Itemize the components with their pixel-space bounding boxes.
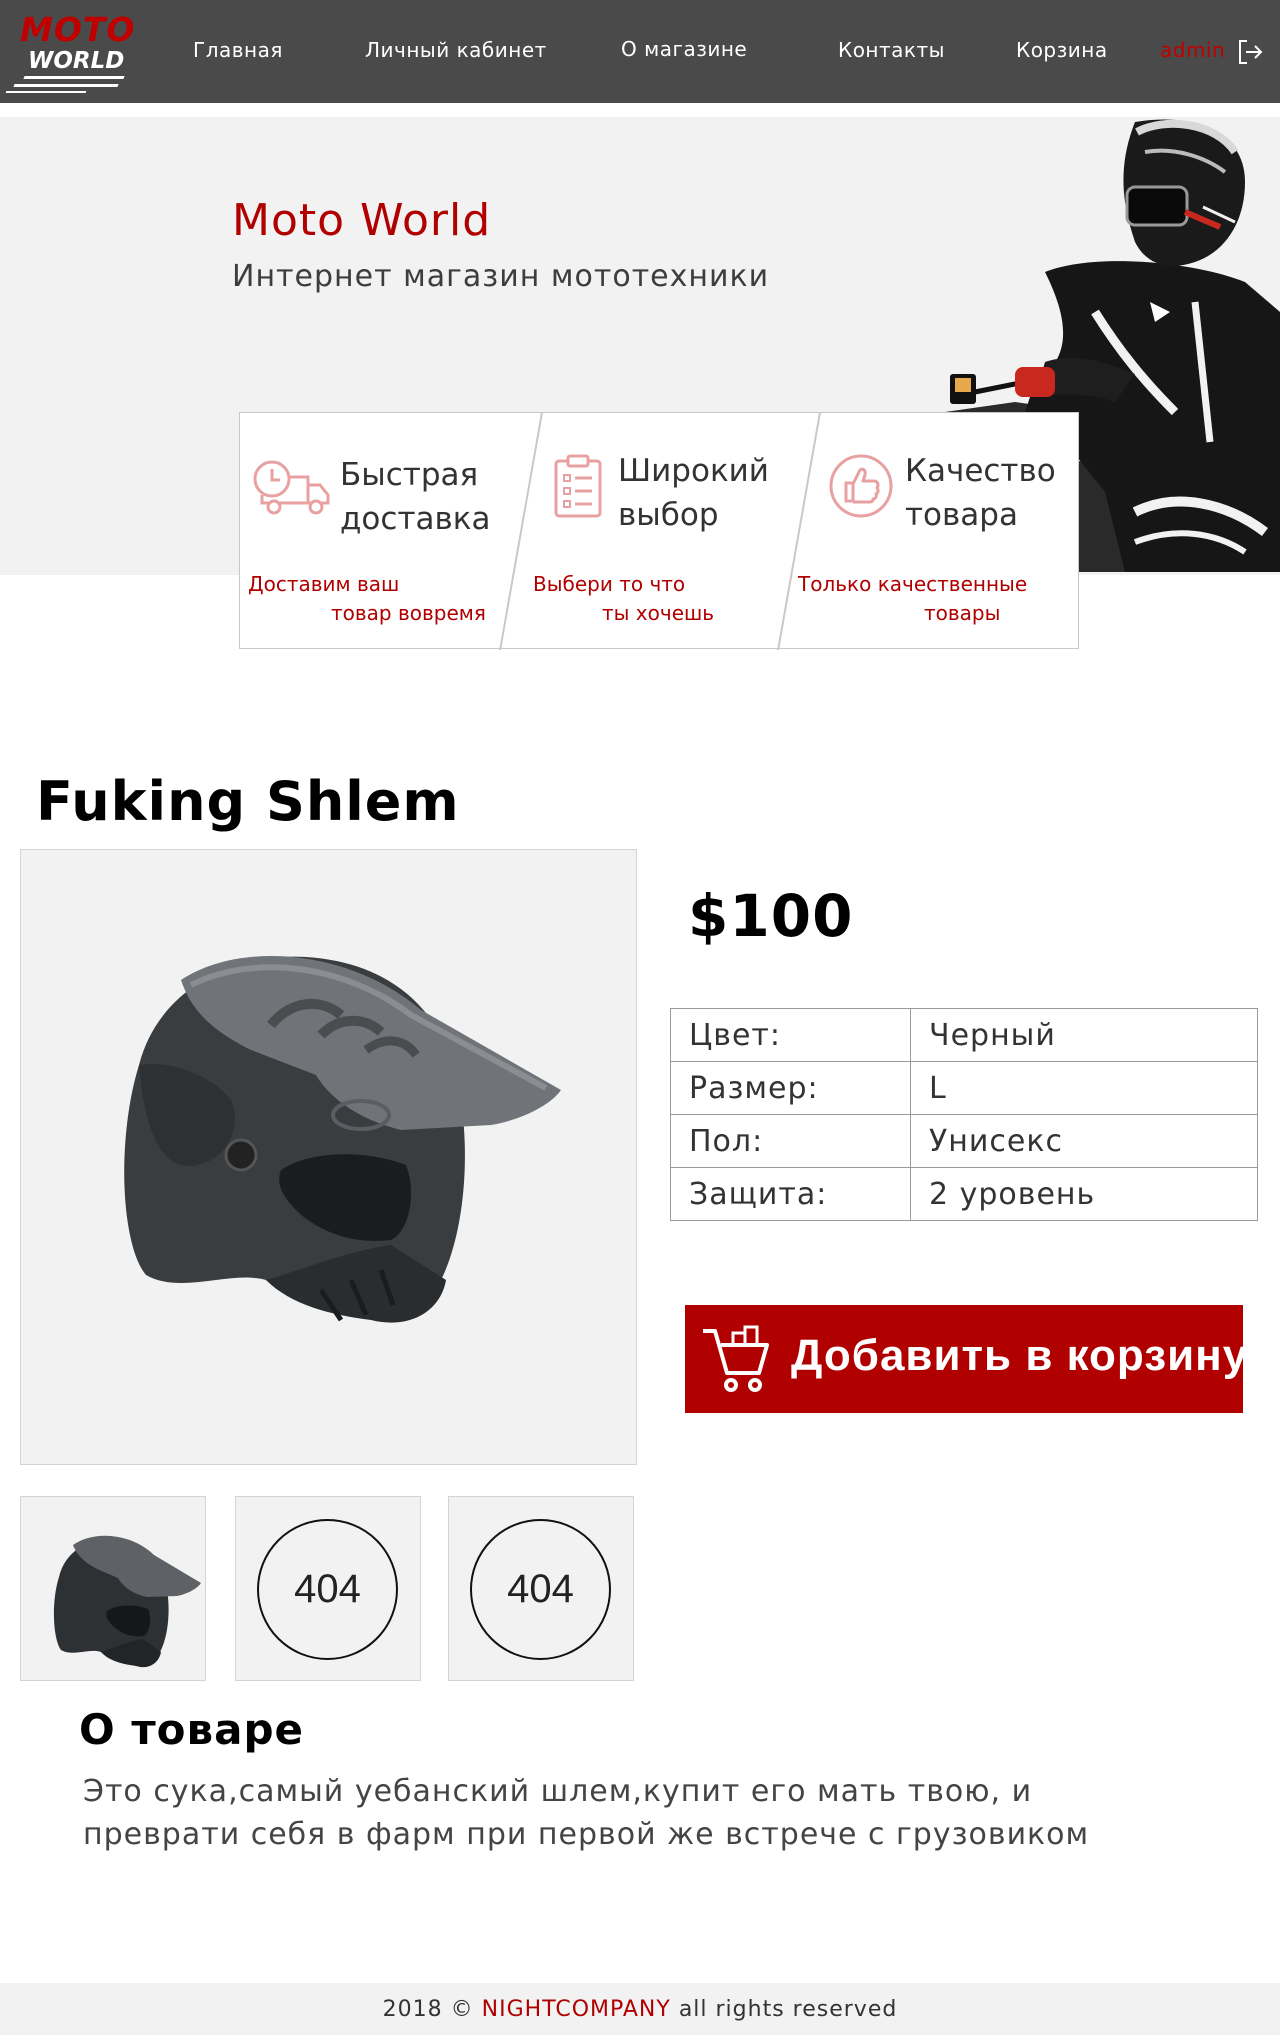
thumbnail-placeholder: 404 — [470, 1519, 611, 1660]
logo-top-text: MOTO — [20, 10, 136, 49]
spec-row: Цвет: Черный — [670, 1008, 1258, 1062]
delivery-truck-icon — [253, 460, 330, 515]
site-header: MOTO WORLD Главная Личный кабинет О мага… — [0, 0, 1280, 103]
add-to-cart-label: Добавить в корзину — [791, 1331, 1249, 1380]
spec-value: Черный — [910, 1008, 1258, 1062]
product-name: Fuking Shlem — [36, 770, 460, 833]
about-product-text: Это сука,самый уебанский шлем,купит его … — [83, 1770, 1183, 1856]
nav-account[interactable]: Личный кабинет — [365, 38, 547, 62]
feature-desc-line: Только качественные — [798, 572, 1028, 596]
product-thumbnail[interactable] — [20, 1496, 206, 1681]
product-thumbnail[interactable]: 404 — [235, 1496, 421, 1681]
nav-about[interactable]: О магазине — [621, 37, 747, 61]
product-main-image[interactable] — [20, 849, 637, 1465]
spec-value: L — [910, 1061, 1258, 1115]
product-specs-table: Цвет: Черный Размер: L Пол: Унисекс Защи… — [670, 1008, 1258, 1221]
hero-subtitle: Интернет магазин мототехники — [232, 259, 770, 294]
footer-rights: all rights reserved — [678, 1996, 898, 2022]
feature-desc-line: товар вовремя — [331, 601, 486, 625]
spec-row: Защита: 2 уровень — [670, 1167, 1258, 1221]
feature-desc-line: ты хочешь — [602, 601, 715, 625]
features-panel: Быстрая доставка Доставим ваш товар вовр… — [239, 412, 1079, 650]
spec-row: Пол: Унисекс — [670, 1114, 1258, 1168]
add-to-cart-button[interactable]: Добавить в корзину — [685, 1305, 1247, 1413]
spec-value: Унисекс — [910, 1114, 1258, 1168]
spec-key: Пол: — [670, 1114, 911, 1168]
feature-title: Качество товара — [905, 449, 1056, 537]
site-footer: 2018 © NIGHTCOMPANY all rights reserved — [0, 1983, 1280, 2035]
thumbs-up-icon — [829, 454, 893, 518]
product-price: $100 — [688, 882, 854, 950]
feature-desc-line: Выбери то что — [533, 572, 686, 596]
feature-title-line: Качество — [905, 453, 1056, 489]
feature-desc-line: товары — [924, 601, 1001, 625]
thumbnail-placeholder: 404 — [257, 1519, 398, 1660]
helmet-thumbnail-image — [53, 1535, 201, 1668]
feature-title-line: выбор — [618, 497, 719, 533]
feature-desc-line: Доставим ваш — [248, 572, 400, 596]
logo-bottom-text: WORLD — [28, 48, 125, 74]
spec-key: Цвет: — [670, 1008, 911, 1062]
feature-title-line: доставка — [340, 501, 491, 537]
logo-line — [5, 91, 87, 93]
footer-brand-link[interactable]: NIGHTCOMPANY — [482, 1997, 671, 2022]
site-logo[interactable]: MOTO WORLD — [5, 10, 134, 96]
spec-key: Защита: — [670, 1167, 911, 1221]
nav-user-admin[interactable]: admin — [1160, 38, 1225, 62]
feature-description: Выбери то что ты хочешь — [533, 570, 714, 628]
feature-title: Быстрая доставка — [340, 453, 491, 541]
checklist-icon — [554, 454, 602, 518]
spec-value: 2 уровень — [910, 1167, 1258, 1221]
logo-line — [13, 84, 119, 87]
feature-title-line: Широкий — [618, 453, 769, 489]
feature-title-line: Быстрая — [340, 457, 479, 493]
spec-row: Размер: L — [670, 1061, 1258, 1115]
about-text-line: Это сука,самый уебанский шлем,купит его … — [83, 1774, 1033, 1809]
about-product-title: О товаре — [79, 1705, 304, 1754]
about-text-line: преврати себя в фарм при первой же встре… — [83, 1817, 1090, 1852]
logo-line — [23, 76, 125, 79]
product-thumbnail[interactable]: 404 — [448, 1496, 634, 1681]
nav-contacts[interactable]: Контакты — [838, 38, 945, 62]
feature-description: Только качественные товары — [798, 570, 1027, 628]
footer-copyright: 2018 © — [382, 1996, 474, 2022]
feature-title-line: товара — [905, 497, 1018, 533]
spec-key: Размер: — [670, 1061, 911, 1115]
nav-cart[interactable]: Корзина — [1016, 38, 1108, 62]
hero-title: Moto World — [232, 195, 492, 246]
feature-title: Широкий выбор — [618, 449, 769, 537]
helmet-image — [124, 956, 561, 1323]
nav-home[interactable]: Главная — [193, 38, 283, 62]
shopping-cart-icon — [703, 1325, 769, 1392]
feature-description: Доставим ваш товар вовремя — [248, 570, 486, 628]
logout-icon[interactable] — [1236, 38, 1264, 66]
